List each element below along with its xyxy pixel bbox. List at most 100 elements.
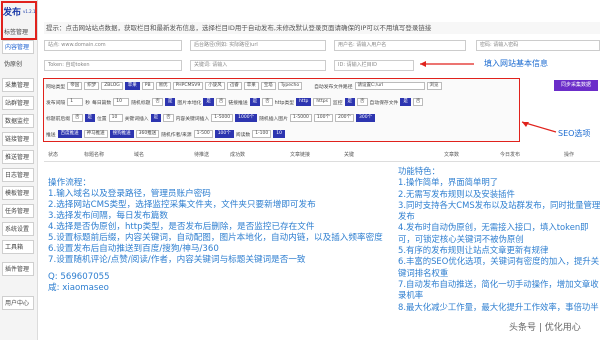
- domain-input[interactable]: 站点: www.domain.com: [44, 40, 182, 51]
- publish-settings-row: 发布间隔 1 秒 每日篇数 10 随机标题 否 是 图片本地化 是 否 链接推送…: [46, 97, 424, 107]
- cms-type-label: 网站类型: [46, 84, 66, 90]
- link-push-yes[interactable]: 是: [249, 98, 261, 106]
- column-header[interactable]: 操作: [564, 151, 574, 158]
- sidebar-item-templates[interactable]: 模板管理: [2, 186, 34, 200]
- random-image-range[interactable]: 1-5000: [289, 114, 312, 122]
- sidebar-item-settings[interactable]: 系统设置: [2, 222, 34, 236]
- task-table-header: 状态 标题名称 域名 待推送 成功数 文章链接 关键 文章数 今日发布 操作: [44, 150, 600, 160]
- sidebar-item-user[interactable]: 用户中心: [2, 296, 34, 310]
- sidebar-item-links[interactable]: 链接管理: [2, 132, 34, 146]
- sidebar-item-logs[interactable]: 日志管理: [2, 168, 34, 182]
- auto-save-no[interactable]: 否: [412, 98, 424, 106]
- sidebar-item-push[interactable]: 推送管理: [2, 150, 34, 164]
- 360-push-toggle[interactable]: 360推送: [135, 130, 160, 138]
- column-header[interactable]: 域名: [134, 151, 144, 158]
- cms-type-option[interactable]: PB: [141, 82, 154, 90]
- browse-button[interactable]: 浏览: [426, 82, 442, 90]
- column-id-input[interactable]: ID: 请输入栏目ID: [334, 60, 414, 71]
- keyword-insert-yes[interactable]: 是: [150, 114, 162, 122]
- content-keyword-range[interactable]: 1-5000: [211, 114, 234, 122]
- column-header[interactable]: 文章链接: [290, 151, 310, 158]
- sidebar-item-sites[interactable]: 站群管理: [2, 96, 34, 110]
- cms-type-option[interactable]: Typecho: [277, 82, 303, 90]
- author-range-input[interactable]: 1-500: [193, 130, 213, 138]
- sidebar-item-content[interactable]: 内容管理: [2, 40, 34, 54]
- image-count-option[interactable]: 200个: [334, 114, 355, 122]
- column-header[interactable]: 标题名称: [84, 151, 104, 158]
- step-item: 7.设置随机评论/点赞/阅读/作者，内容关键词与标题关键词是否一致: [48, 255, 306, 265]
- cms-type-row: 网站类型 帝国 织梦 ZBLOG 苹果 PB 易优 PHPCMSV9 小旋风 迅…: [46, 81, 442, 91]
- read-count[interactable]: 10: [273, 130, 285, 138]
- position-input[interactable]: 10: [108, 114, 123, 122]
- pic-local-yes[interactable]: 是: [203, 98, 214, 106]
- token-input[interactable]: Token: 自动token: [44, 60, 182, 71]
- count-input[interactable]: 10: [113, 98, 130, 106]
- title-affix-no[interactable]: 否: [72, 114, 83, 122]
- link-push-label: 链接推送: [228, 100, 248, 106]
- random-image-label: 随机插入图片: [259, 116, 288, 122]
- keyword-insert-no[interactable]: 否: [163, 114, 174, 122]
- read-count-label: 阅读数: [235, 132, 251, 138]
- sidebar-item-tools[interactable]: 工具箱: [2, 240, 34, 254]
- auto-save-yes[interactable]: 是: [400, 98, 411, 106]
- read-range-input[interactable]: 1-100: [252, 130, 272, 138]
- interval-input[interactable]: 1: [67, 98, 84, 106]
- content-keyword-label: 内容关键词插入: [175, 116, 210, 122]
- push-label: 推送: [46, 132, 56, 138]
- steps-title: 操作流程：: [48, 178, 91, 188]
- cms-type-option[interactable]: 易优: [155, 82, 171, 90]
- column-header[interactable]: 关键: [344, 151, 354, 158]
- sidebar-item-collect[interactable]: 采集管理: [2, 78, 34, 92]
- http-option[interactable]: http: [296, 98, 312, 106]
- column-header[interactable]: 状态: [48, 151, 58, 158]
- step-item: 3.选择发布间隔，每日发布篇数: [48, 211, 168, 221]
- sidebar-item-plugins[interactable]: 插件管理: [2, 262, 34, 276]
- shenma-push-toggle[interactable]: 神马推送: [83, 130, 108, 138]
- sync-data-button[interactable]: 同步采集数据: [554, 80, 598, 91]
- cms-type-option[interactable]: 帝国: [67, 82, 83, 90]
- pic-local-no[interactable]: 否: [215, 98, 227, 106]
- feature-item: 8.最大化减少工作量，最大化提升工作效率，事倍功半: [398, 301, 599, 312]
- cms-type-option[interactable]: 迅睿: [226, 82, 242, 90]
- path-input[interactable]: 请设置C:/url: [354, 82, 425, 90]
- password-input[interactable]: 密码: 请输入密码: [476, 40, 600, 51]
- title-affix-yes[interactable]: 是: [84, 114, 95, 122]
- cms-type-option[interactable]: 小旋风: [205, 82, 225, 90]
- cms-type-option[interactable]: 苹果: [243, 82, 259, 90]
- cms-type-option[interactable]: ZBLOG: [101, 82, 123, 90]
- baidu-push-toggle[interactable]: 百度推送: [57, 130, 82, 138]
- cms-type-option[interactable]: PHPCMSV9: [172, 82, 204, 90]
- author-count[interactable]: 100个: [214, 130, 234, 138]
- column-header[interactable]: 今日发布: [500, 151, 520, 158]
- column-header[interactable]: 待推送: [194, 151, 209, 158]
- username-input[interactable]: 用户名: 请输入用户名: [334, 40, 466, 51]
- image-count-option[interactable]: 300个: [356, 114, 376, 122]
- random-title-yes[interactable]: 是: [164, 98, 176, 106]
- sidebar-item-rewrite[interactable]: 伪原创: [2, 58, 34, 72]
- cms-type-option[interactable]: 织梦: [84, 82, 100, 90]
- sidebar-item-monitor[interactable]: 数据监控: [2, 114, 34, 128]
- cms-type-option-active[interactable]: 苹果: [124, 82, 140, 90]
- monitor-yes[interactable]: 是: [344, 98, 356, 106]
- cms-type-option[interactable]: 宝塔: [260, 82, 276, 90]
- random-title-no[interactable]: 否: [152, 98, 163, 106]
- step-item: 1.输入域名以及登录路径，管理员账户密码: [48, 189, 211, 199]
- monitor-no[interactable]: 否: [357, 98, 368, 106]
- arrow-icon: [420, 61, 474, 67]
- column-header[interactable]: 成功数: [230, 151, 245, 158]
- step-item: 6.设置发布后自动推送到百度/搜狗/神马/360: [48, 244, 219, 254]
- cms-path-input[interactable]: 后台路径(例如: 实际路径)url: [190, 40, 326, 51]
- link-push-no[interactable]: 否: [262, 98, 273, 106]
- image-count-option[interactable]: 100个: [313, 114, 333, 122]
- sidebar-item-tasks[interactable]: 任务管理: [2, 204, 34, 218]
- seo-annotation: SEO选项: [558, 129, 591, 138]
- content-keyword-count[interactable]: 1000个: [235, 114, 258, 122]
- auto-save-label: 自动保存文件: [369, 100, 399, 106]
- sogou-push-toggle[interactable]: 搜狗推送: [109, 130, 134, 138]
- site-input-row: 站点: www.domain.com 后台路径(例如: 实际路径)url 用户名…: [44, 40, 600, 52]
- https-option[interactable]: https: [313, 98, 331, 106]
- keyword-input[interactable]: 关键词: 请输入: [190, 60, 326, 71]
- sidebar-item-tags[interactable]: 标签管理: [2, 26, 34, 40]
- column-header[interactable]: 文章数: [444, 151, 459, 158]
- interval-label: 发布间隔: [46, 100, 66, 106]
